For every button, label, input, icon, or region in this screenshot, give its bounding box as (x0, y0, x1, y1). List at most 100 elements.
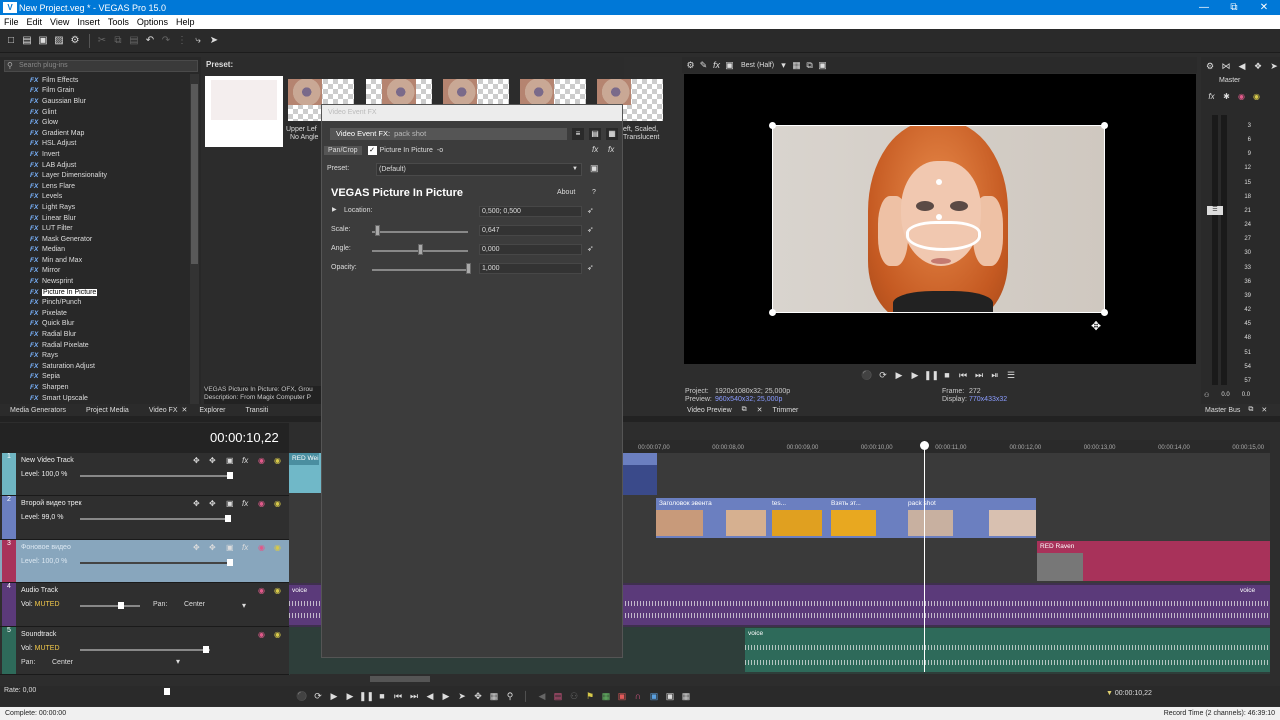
pan-value[interactable]: Center (52, 659, 73, 666)
trim-start-icon[interactable]: ◀ (535, 689, 549, 703)
tab-close-icon[interactable]: ✕ (180, 406, 190, 414)
save-snapshot-icon[interactable]: ▣ (817, 58, 828, 72)
scrollbar-thumb[interactable] (370, 676, 430, 682)
master-settings-icon[interactable]: ⚙ (1203, 59, 1217, 73)
track-fx-box-icon[interactable]: ▣ (226, 499, 234, 508)
settings-gear-icon[interactable]: ⚙ (68, 34, 82, 48)
plugin-list-item[interactable]: FX Layer Dimensionality (30, 170, 190, 181)
remove-fx-icon[interactable]: fx (608, 145, 614, 154)
plugin-search-input[interactable]: ⚲ Search plug-ins (4, 60, 198, 72)
plugin-list-item[interactable]: FX Lens Flare (30, 181, 190, 192)
resize-handle-bottom-right[interactable] (1101, 309, 1108, 316)
split-screen-icon[interactable]: ▣ (724, 58, 735, 72)
plugin-list-item[interactable]: FX Min and Max (30, 255, 190, 266)
play-icon[interactable]: ▶ (343, 689, 357, 703)
snapping-icon[interactable]: ∩ (631, 689, 645, 703)
lock-icon[interactable]: ⚇ (1204, 392, 1209, 399)
param-value-input[interactable]: 1,000 (479, 263, 582, 274)
plugin-list-item[interactable]: FX Light Rays (30, 202, 190, 213)
composite-icon[interactable]: ✥ (209, 543, 216, 552)
snap-icon[interactable]: ⤷ (191, 34, 205, 48)
plugin-list-scrollbar[interactable] (190, 74, 199, 404)
lock-envelopes-icon[interactable]: ▣ (663, 689, 677, 703)
plugin-list-item[interactable]: FX Pixelate (30, 308, 190, 319)
solo-icon[interactable]: ◉ (274, 543, 281, 552)
tab-picture-in-picture[interactable]: ✓ Picture In Picture (367, 146, 433, 155)
param-value-input[interactable]: 0,500; 0,500 (479, 206, 582, 217)
prev-frame-icon[interactable]: ◀ (423, 689, 437, 703)
preset-select[interactable]: (Default) ▼ (376, 163, 582, 176)
param-slider-knob[interactable] (466, 263, 471, 274)
about-button[interactable]: About (557, 189, 575, 196)
volume-slider[interactable] (80, 605, 140, 607)
track-fx-box-icon[interactable]: ▣ (226, 543, 234, 552)
next-frame-icon[interactable]: ▶ (439, 689, 453, 703)
mute-icon[interactable]: ◉ (258, 499, 265, 508)
save-icon[interactable]: ▣ (36, 34, 50, 48)
panel-divider[interactable] (0, 416, 1280, 422)
composite-icon[interactable]: ✥ (209, 456, 216, 465)
plugin-list-item[interactable]: FX Picture In Picture (30, 287, 190, 298)
track-header-audio-2[interactable]: 5 Soundtrack Vol: MUTED Pan: Center ▾ ◉ … (0, 627, 289, 675)
plugin-list-item[interactable]: FX Mask Generator (30, 234, 190, 245)
resize-handle-bottom-left[interactable] (769, 309, 776, 316)
tab-pan-crop[interactable]: Pan/Crop (324, 146, 362, 155)
tab-video-preview[interactable]: Video Preview (682, 407, 737, 414)
pan-value[interactable]: Center (184, 601, 205, 608)
minimize-icon[interactable]: — (1188, 0, 1220, 15)
chain-grid-icon[interactable]: ▦ (606, 127, 618, 140)
go-to-start-icon[interactable]: ⏮ (391, 689, 405, 703)
record-icon[interactable]: ⚫ (860, 368, 874, 382)
paste-icon[interactable]: ▤ (127, 34, 141, 48)
lock-icon[interactable]: ⚇ (567, 689, 581, 703)
chevron-down-icon[interactable]: ▾ (778, 58, 789, 72)
plugin-list-item[interactable]: FX Gaussian Blur (30, 96, 190, 107)
pause-icon[interactable]: ❚❚ (924, 368, 939, 382)
region-icon[interactable]: ▦ (599, 689, 613, 703)
plugin-list-item[interactable]: FX Linear Blur (30, 213, 190, 224)
preview-fx-icon[interactable]: fx (711, 58, 722, 72)
open-folder-icon[interactable]: ▤ (20, 34, 34, 48)
master-mute-icon[interactable]: ◉ (1235, 90, 1248, 104)
plugin-list-item[interactable]: FX HSL Adjust (30, 139, 190, 150)
plugin-list-item[interactable]: FX Film Effects (30, 75, 190, 86)
plugin-list-item[interactable]: FX Rays (30, 350, 190, 361)
tab-video-fx[interactable]: Video FX (139, 407, 180, 414)
track-fx-icon[interactable]: fx (242, 499, 248, 508)
tab-close-icon[interactable]: ✕ (1257, 406, 1271, 414)
menu-icon[interactable]: ☰ (1004, 368, 1018, 382)
volume-slider-knob[interactable] (203, 646, 209, 653)
level-slider[interactable] (80, 518, 230, 520)
plugin-list-item[interactable]: FX Pinch/Punch (30, 297, 190, 308)
param-slider-knob[interactable] (418, 244, 423, 255)
save-preset-icon[interactable]: ▣ (590, 163, 599, 174)
tab-close-icon[interactable]: ⧉ (737, 406, 752, 414)
track-fx-box-icon[interactable]: ▣ (226, 456, 234, 465)
clip-video-1b[interactable] (623, 453, 657, 495)
chevron-down-icon[interactable]: ▾ (176, 657, 180, 666)
loop-icon[interactable]: ⟳ (876, 368, 890, 382)
menu-tools[interactable]: Tools (104, 17, 133, 27)
preview-tools-icon[interactable]: ✎ (698, 58, 709, 72)
playhead[interactable] (924, 441, 925, 672)
chain-menu-icon[interactable]: ≡ (572, 127, 584, 140)
tab-trimmer[interactable]: Trimmer (768, 407, 804, 414)
tab-explorer[interactable]: Explorer (189, 407, 235, 414)
resize-handle-top-left[interactable] (769, 122, 776, 129)
param-value-input[interactable]: 0,000 (479, 244, 582, 255)
stop-icon[interactable]: ■ (940, 368, 954, 382)
cut-icon[interactable]: ✂ (95, 34, 109, 48)
param-slider-track[interactable] (372, 269, 468, 271)
keyframe-icon[interactable]: ➶ (587, 263, 594, 272)
plugin-list-item[interactable]: FX Glow (30, 117, 190, 128)
track-fx-icon[interactable]: fx (242, 543, 248, 552)
center-handle[interactable] (936, 179, 942, 185)
plugin-list-item[interactable]: FX Sharpen (30, 382, 190, 393)
mute-icon[interactable]: ◉ (258, 543, 265, 552)
menu-edit[interactable]: Edit (23, 17, 47, 27)
clip-red-wei[interactable]: RED Wei (289, 453, 321, 493)
track-name[interactable]: New Video Track (21, 457, 74, 464)
copy-icon[interactable]: ⧉ (111, 34, 125, 48)
solo-icon[interactable]: ◉ (274, 456, 281, 465)
preset-thumbnail-default[interactable] (211, 80, 277, 120)
